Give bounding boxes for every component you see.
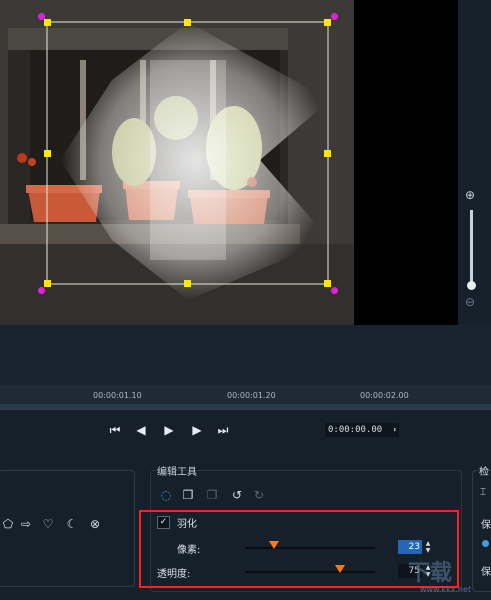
opacity-label: 透明度:	[157, 569, 191, 580]
resize-handle[interactable]	[324, 19, 331, 26]
pixels-slider-track[interactable]	[245, 547, 375, 549]
resize-handle[interactable]	[184, 19, 191, 26]
radio-button[interactable]	[482, 540, 489, 547]
zoom-out-icon[interactable]: ⊖	[465, 295, 475, 309]
pixels-spinner-icon[interactable]: ▲ ▼	[423, 540, 433, 554]
zoom-slider-track[interactable]	[470, 210, 473, 285]
play-icon[interactable]: ▶	[161, 422, 177, 438]
resize-handle[interactable]	[184, 280, 191, 287]
resize-handle[interactable]	[44, 280, 51, 287]
tick-label: 00:00:01.20	[227, 391, 276, 400]
feather-label: 羽化	[177, 519, 197, 530]
pixels-label: 像素:	[177, 545, 201, 556]
skip-to-end-icon[interactable]: ⏭	[215, 422, 231, 438]
resize-handle[interactable]	[324, 150, 331, 157]
timecode-value: 0:00:00.00	[328, 425, 383, 435]
x-circle-icon[interactable]: ⊗	[87, 516, 103, 532]
right-panel-title: 检	[479, 467, 489, 478]
step-forward-icon[interactable]: ▶︎	[189, 422, 205, 438]
arrow-icon[interactable]: ⇨	[18, 516, 34, 532]
step-back-icon[interactable]: ◀︎	[133, 422, 149, 438]
lasso-icon[interactable]: ◌	[158, 487, 174, 503]
resize-handle[interactable]	[324, 280, 331, 287]
corner-handle[interactable]	[331, 13, 338, 20]
video-preview[interactable]	[0, 0, 354, 325]
feather-checkbox[interactable]: ✓	[157, 516, 170, 529]
zoom-strip	[458, 0, 491, 325]
pixels-input[interactable]: 23	[398, 540, 422, 554]
rotate-left-icon[interactable]: ↺	[229, 487, 245, 503]
watermark-logo: 下载	[408, 561, 453, 586]
tick-label: 00:00:02.00	[360, 391, 409, 400]
right-panel-label: 保	[481, 567, 491, 578]
tick-label: 00:00:01.10	[93, 391, 142, 400]
edit-tools-title: 编辑工具	[157, 467, 197, 478]
right-panel-label: 保	[481, 520, 491, 531]
watermark-url: www.kkx.net	[420, 585, 472, 594]
copy-icon[interactable]: ❐	[180, 487, 196, 503]
zoom-in-icon[interactable]: ⊕	[465, 188, 475, 202]
resize-handle[interactable]	[44, 150, 51, 157]
heart-icon[interactable]: ♡	[40, 516, 56, 532]
opacity-slider-thumb[interactable]	[335, 565, 345, 573]
skip-to-start-icon[interactable]: ⏮	[107, 422, 123, 438]
resize-handle[interactable]	[44, 19, 51, 26]
preview-image	[0, 0, 354, 325]
opacity-slider-track[interactable]	[245, 571, 375, 573]
timecode-spinner-icon[interactable]: ⬍	[393, 423, 397, 437]
pentagon-icon[interactable]: ⬠	[0, 516, 16, 532]
divider-area	[0, 325, 491, 385]
pixels-slider-thumb[interactable]	[269, 541, 279, 549]
rotate-right-icon: ↻	[253, 488, 265, 502]
corner-handle[interactable]	[331, 287, 338, 294]
timecode-display[interactable]: 0:00:00.00 ⬍	[325, 423, 399, 437]
transport-bar	[0, 410, 491, 460]
zoom-slider-thumb[interactable]	[467, 281, 476, 290]
moon-icon[interactable]: ☾	[64, 516, 80, 532]
bracket-icon: ⌶	[480, 487, 486, 498]
corner-handle[interactable]	[38, 287, 45, 294]
paste-icon: ❐	[206, 488, 218, 502]
preview-letterbox	[354, 0, 458, 325]
timeline-scroll-track[interactable]	[0, 404, 491, 409]
